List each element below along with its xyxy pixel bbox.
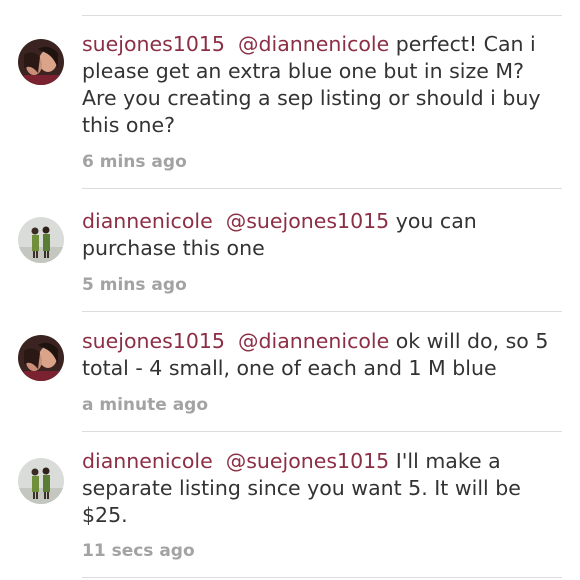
comment-text: diannenicole @suejones1015 I'll make a s… xyxy=(82,448,552,529)
comment-divider xyxy=(82,15,562,16)
user-avatar[interactable] xyxy=(18,458,64,504)
comment-text: diannenicole @suejones1015 you can purch… xyxy=(82,208,552,262)
comment-username[interactable]: diannenicole xyxy=(82,209,213,233)
comment-divider xyxy=(82,577,562,578)
comment-username[interactable]: suejones1015 xyxy=(82,329,225,353)
user-avatar[interactable] xyxy=(18,217,64,263)
couple-selfie-avatar-icon xyxy=(18,39,64,85)
comment-timestamp: 11 secs ago xyxy=(82,541,195,561)
comment-mention[interactable]: @diannenicole xyxy=(238,32,389,56)
comment-divider xyxy=(82,311,562,312)
comment-divider xyxy=(82,188,562,189)
two-people-standing-avatar-icon xyxy=(18,217,64,263)
couple-selfie-avatar-icon xyxy=(18,335,64,381)
comment-timestamp: 6 mins ago xyxy=(82,152,187,172)
comment-mention[interactable]: @suejones1015 xyxy=(226,209,389,233)
comment-timestamp: a minute ago xyxy=(82,395,209,415)
comment-text: suejones1015 @diannenicole ok will do, s… xyxy=(82,328,552,382)
comment-divider xyxy=(82,431,562,432)
comment-username[interactable]: suejones1015 xyxy=(82,32,225,56)
comment-username[interactable]: diannenicole xyxy=(82,449,213,473)
comment-mention[interactable]: @diannenicole xyxy=(238,329,389,353)
comment-mention[interactable]: @suejones1015 xyxy=(226,449,389,473)
comment-text: suejones1015 @diannenicole perfect! Can … xyxy=(82,31,552,139)
user-avatar[interactable] xyxy=(18,39,64,85)
two-people-standing-avatar-icon xyxy=(18,458,64,504)
comment-timestamp: 5 mins ago xyxy=(82,275,187,295)
user-avatar[interactable] xyxy=(18,335,64,381)
